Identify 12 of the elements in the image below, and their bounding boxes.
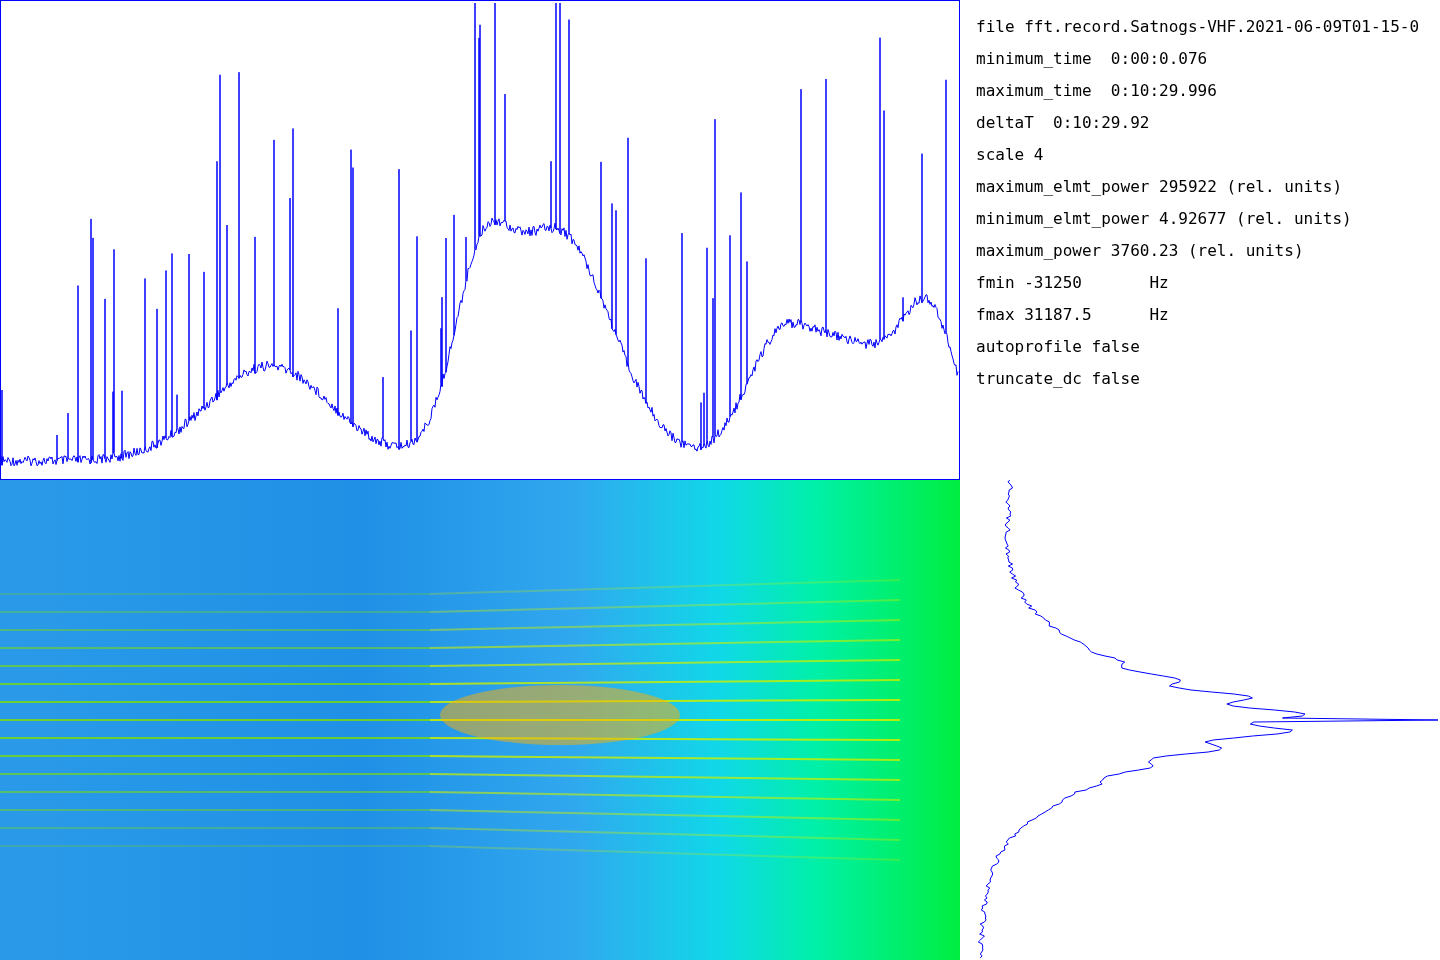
info-line: autoprofile false (976, 336, 1141, 358)
info-line: file fft.record.Satnogs-VHF.2021-06-09T01-15-0 (976, 16, 1421, 38)
info-line: scale 4 (976, 144, 1045, 166)
info-line: maximum_power 3760.23 (rel. units) (976, 240, 1305, 262)
info-line: maximum_time 0:10:29.996 (976, 80, 1218, 102)
info-line: maximum_elmt_power 295922 (rel. units) (976, 176, 1344, 198)
info-line: truncate_dc false (976, 368, 1141, 390)
info-line: minimum_time 0:00:0.076 (976, 48, 1209, 70)
info-line: deltaT 0:10:29.92 (976, 112, 1151, 134)
info-line: minimum_elmt_power 4.92677 (rel. units) (976, 208, 1353, 230)
info-line: fmax 31187.5 Hz (976, 304, 1170, 326)
info-line: fmin -31250 Hz (976, 272, 1170, 294)
